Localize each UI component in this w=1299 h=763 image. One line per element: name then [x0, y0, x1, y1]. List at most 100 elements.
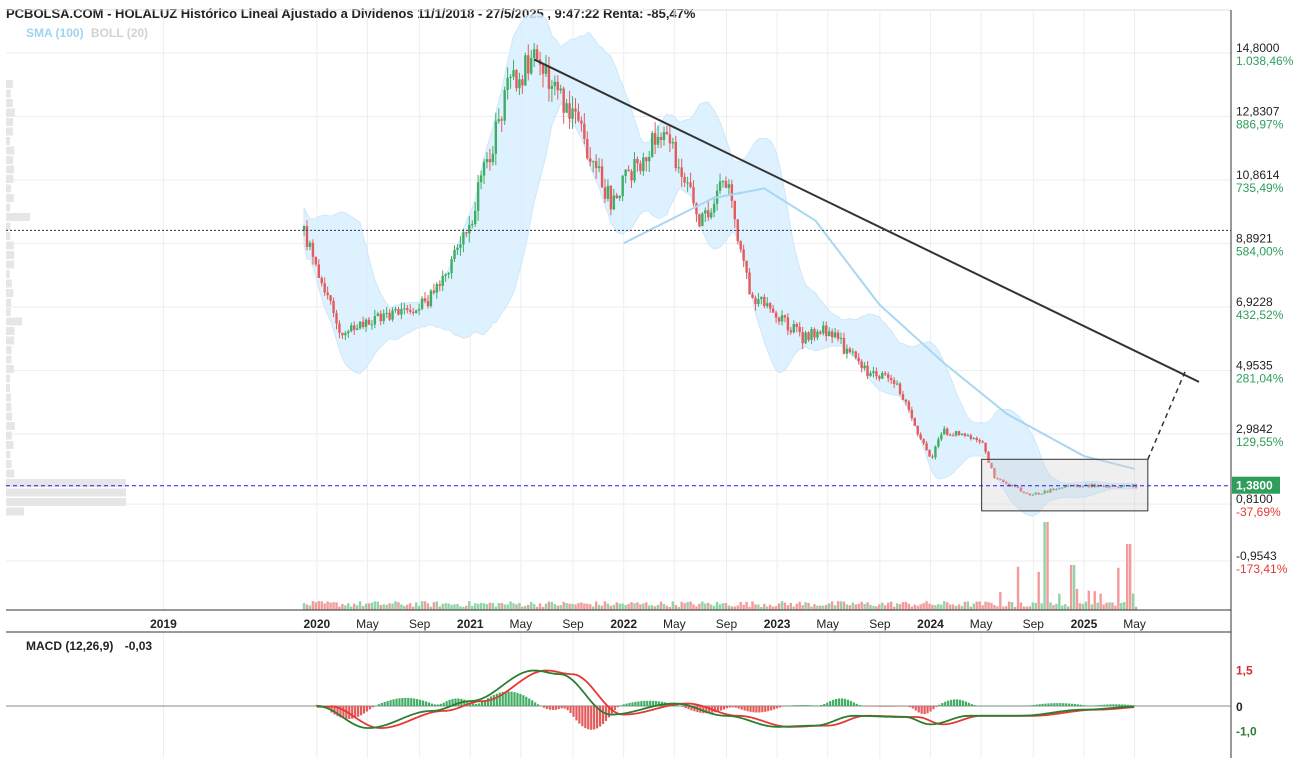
candle-body — [630, 171, 633, 181]
candle-body — [355, 328, 359, 330]
volume-profile-bar — [6, 374, 11, 383]
volume-bar — [1046, 522, 1049, 610]
macd-histogram-bar — [891, 706, 894, 707]
candle-body — [904, 399, 908, 402]
volume-bar — [382, 604, 385, 610]
candle-body — [659, 136, 663, 141]
macd-histogram-bar — [1017, 706, 1021, 707]
x-tick-label: May — [1123, 617, 1146, 631]
candle-body — [494, 121, 498, 154]
candle-body — [680, 167, 683, 177]
volume-profile-bar — [6, 488, 126, 497]
volume-bar — [420, 601, 424, 610]
macd-histogram-bar — [908, 706, 911, 708]
volume-bar — [816, 605, 819, 610]
macd-histogram-bar — [855, 703, 858, 706]
volume-bar — [1078, 603, 1082, 610]
macd-histogram-bar — [929, 706, 932, 712]
macd-histogram-bar — [625, 703, 628, 706]
volume-profile-bar — [6, 460, 12, 468]
volume-profile-bar — [6, 317, 22, 326]
macd-histogram-bar — [548, 706, 552, 710]
macd-histogram-bar — [1065, 703, 1068, 706]
volume-bar — [497, 603, 500, 610]
volume-bar — [1093, 591, 1096, 610]
volume-bar — [860, 601, 863, 610]
macd-histogram-bar — [953, 699, 956, 706]
price-chart[interactable]: 14,80001.038,46% 12,8307886,97% 10,8614735… — [0, 0, 1299, 763]
macd-histogram-bar — [545, 706, 549, 709]
macd-histogram-bar — [1088, 705, 1091, 707]
volume-profile-bar — [6, 184, 12, 193]
x-tick-label: 2024 — [917, 617, 944, 631]
candle-body — [645, 157, 648, 162]
candle-body — [892, 380, 896, 384]
y-tick-label: 4,9535 — [1236, 359, 1273, 373]
macd-histogram-bar — [569, 706, 572, 713]
candle-body — [745, 260, 748, 273]
candle-body — [884, 373, 887, 375]
macd-histogram-bar — [994, 706, 997, 707]
volume-bar — [1128, 544, 1132, 610]
volume-bar — [429, 606, 433, 610]
volume-bar — [500, 602, 503, 610]
volume-bar — [347, 603, 350, 610]
candle-body — [323, 283, 326, 293]
volume-bar — [406, 604, 409, 610]
candle-body — [828, 331, 831, 337]
volume-bar — [739, 601, 742, 610]
volume-bar — [364, 603, 368, 610]
volume-bar — [1055, 603, 1058, 610]
candle-body — [476, 182, 480, 211]
macd-histogram-bar — [832, 699, 835, 706]
macd-histogram-bar — [616, 706, 619, 708]
volume-bar — [901, 602, 905, 610]
volume-bar — [1131, 593, 1135, 610]
volume-bar — [928, 603, 931, 610]
candle-body — [863, 365, 866, 369]
candle-body — [317, 264, 321, 278]
candle-body — [869, 373, 872, 377]
volume-bar — [355, 605, 359, 610]
macd-histogram-bar — [973, 705, 976, 706]
macd-histogram-bar — [531, 700, 534, 706]
candle-body — [748, 272, 751, 295]
candle-body — [500, 119, 503, 121]
macd-histogram-bar — [1062, 703, 1065, 706]
x-tick-label: 2021 — [457, 617, 484, 631]
macd-histogram-bar — [1003, 706, 1006, 707]
volume-bar — [385, 604, 388, 610]
y-tick-pct: 129,55% — [1236, 435, 1284, 449]
volume-bar — [1114, 605, 1117, 610]
candle-body — [969, 435, 973, 439]
volume-bar — [854, 604, 857, 610]
volume-bar — [1005, 606, 1008, 610]
macd-histogram-bar — [935, 706, 938, 707]
volume-bar — [689, 601, 692, 610]
candle-body — [786, 317, 790, 331]
candle-body — [919, 434, 922, 440]
candle-body — [479, 175, 483, 183]
volume-profile-bar — [6, 175, 14, 183]
volume-bar — [671, 601, 675, 610]
macd-histogram-bar — [725, 706, 729, 709]
macd-histogram-bar — [743, 706, 746, 711]
volume-profile-bar — [6, 327, 15, 335]
macd-histogram-bar — [551, 706, 554, 711]
volume-bar — [872, 605, 875, 610]
volume-bar — [707, 602, 710, 610]
volume-bar — [494, 606, 498, 610]
candle-body — [656, 136, 660, 145]
y-tick-label: 10,8614 — [1236, 168, 1280, 182]
candle-body — [825, 325, 828, 337]
macd-histogram-bar — [1103, 704, 1106, 706]
candle-body — [789, 330, 793, 333]
macd-histogram-bar — [392, 699, 395, 706]
volume-profile-bar — [6, 469, 15, 478]
volume-bar — [633, 603, 636, 610]
macd-histogram-bar — [572, 706, 575, 717]
volume-profile-bar — [6, 422, 15, 430]
candle-body — [757, 299, 760, 304]
candle-body — [648, 156, 651, 162]
candle-body — [698, 214, 701, 227]
